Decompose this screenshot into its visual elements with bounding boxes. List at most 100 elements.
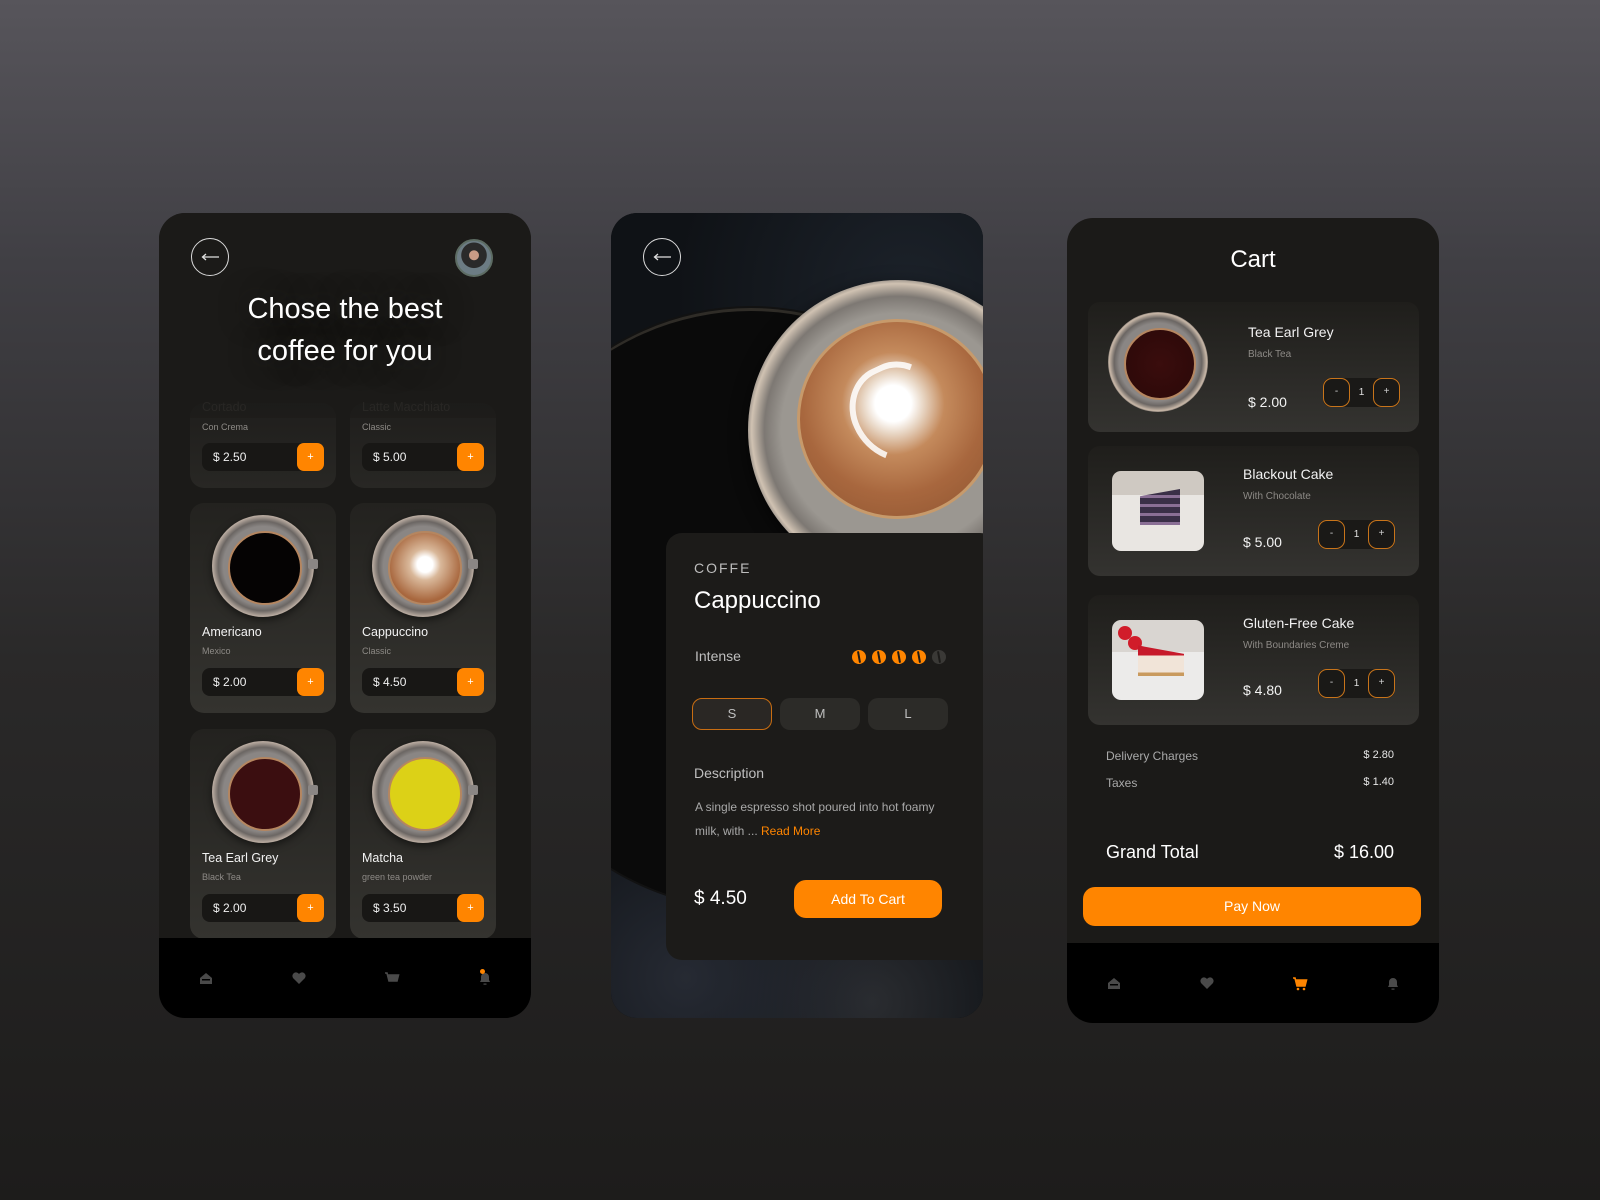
price-bar: $ 2.50 + [202,443,324,471]
coffee-bean-icon-filled [849,647,869,667]
product-price: $ 2.00 [213,675,247,689]
add-button[interactable]: + [297,894,324,922]
add-button[interactable]: + [297,443,324,471]
grand-total-row: Grand Total $ 16.00 [1106,842,1394,863]
item-subtitle: With Chocolate [1243,491,1311,502]
bell-icon [479,973,490,985]
nav-cart[interactable] [1280,963,1320,1003]
hero-coffee-image [797,319,983,519]
increase-button[interactable]: + [1373,378,1400,407]
increase-button[interactable]: + [1368,669,1395,698]
arrow-left-icon [653,253,671,261]
size-option-l[interactable]: L [868,698,948,730]
size-option-s[interactable]: S [692,698,772,730]
taxes-label: Taxes [1106,776,1138,790]
product-subtitle: Classic [362,646,392,656]
item-subtitle: Black Tea [1248,349,1292,360]
quantity-stepper: - 1 + [1318,669,1395,698]
add-button[interactable]: + [457,894,484,922]
item-image [1112,620,1204,700]
product-price: $ 2.50 [213,450,247,464]
coffee-bean-icon-filled [909,647,929,667]
decrease-button[interactable]: - [1323,378,1350,407]
notification-badge [479,969,485,974]
quantity-value: 1 [1353,529,1360,540]
nav-notifications[interactable] [1373,963,1413,1003]
product-price: $ 4.50 [694,888,747,909]
price-bar: $ 2.00 + [202,894,324,922]
product-card[interactable]: Tea Earl Grey Black Tea $ 2.00 + [190,729,336,939]
title-line-1: Chose the best [247,293,443,325]
product-price: $ 4.50 [373,675,407,689]
cart-icon [384,972,400,982]
item-name: Tea Earl Grey [1248,324,1334,340]
product-subtitle: Black Tea [202,872,241,882]
intensity-rating [849,647,949,667]
pay-now-button[interactable]: Pay Now [1083,887,1421,926]
grand-total-value: $ 16.00 [1333,842,1394,862]
quantity-value: 1 [1353,678,1360,689]
taxes-row: Taxes $ 1.40 [1106,776,1394,803]
size-option-m[interactable]: M [780,698,860,730]
delivery-label: Delivery Charges [1106,749,1199,763]
charges-summary: Delivery Charges $ 2.80 Taxes $ 1.40 [1106,749,1394,803]
bell-icon [1387,978,1398,990]
add-to-cart-button[interactable]: Add To Cart [794,880,942,918]
detail-screen: COFFE Cappuccino Intense SML Description… [611,213,983,1018]
quantity-stepper: - 1 + [1323,378,1400,407]
product-subtitle: Classic [362,422,392,432]
item-price: $ 4.80 [1243,682,1282,698]
product-image [372,741,478,843]
product-name: Cappuccino [362,625,429,639]
product-name: Tea Earl Grey [202,851,279,865]
add-button[interactable]: + [457,443,484,471]
product-category: COFFE [694,560,752,576]
product-card[interactable]: Matcha green tea powder $ 3.50 + [350,729,496,939]
read-more-link[interactable]: Read More [761,824,820,838]
arrow-left-icon [201,253,219,261]
product-card[interactable]: Americano Mexico $ 2.00 + [190,503,336,713]
add-button[interactable]: + [457,668,484,696]
product-price: $ 5.00 [373,450,407,464]
description-text: A single espresso shot poured into hot f… [695,795,955,843]
back-button[interactable] [191,238,229,276]
product-detail-card: COFFE Cappuccino Intense SML Description… [666,533,983,960]
nav-favorites[interactable] [279,958,319,998]
bottom-nav [159,938,531,1018]
menu-screen: Chose the best coffee for you Cortado Co… [159,213,531,1018]
cart-item: Tea Earl Grey Black Tea $ 2.00 - 1 + [1088,302,1419,432]
size-selector: SML [692,698,948,730]
item-subtitle: With Boundaries Creme [1243,640,1350,651]
product-name: Matcha [362,851,403,865]
product-name: Cappuccino [694,587,821,614]
user-avatar[interactable] [455,239,493,277]
nav-home[interactable] [1094,963,1134,1003]
item-price: $ 5.00 [1243,534,1282,550]
product-card[interactable]: Cappuccino Classic $ 4.50 + [350,503,496,713]
quantity-value: 1 [1358,387,1365,398]
product-price: $ 2.00 [213,901,247,915]
nav-home[interactable] [186,958,226,998]
decrease-button[interactable]: - [1318,669,1345,698]
heart-icon [291,972,306,984]
product-price: $ 3.50 [373,901,407,915]
grand-total-label: Grand Total [1106,842,1199,862]
back-button[interactable] [643,238,681,276]
intensity-label: Intense [695,648,741,664]
nav-favorites[interactable] [1187,963,1227,1003]
quantity-stepper: - 1 + [1318,520,1395,549]
price-bar: $ 3.50 + [362,894,484,922]
increase-button[interactable]: + [1368,520,1395,549]
product-subtitle: green tea powder [362,872,433,882]
bottom-nav [1067,943,1439,1023]
nav-notifications[interactable] [465,958,505,998]
page-title: Chose the best coffee for you [159,288,531,372]
nav-cart[interactable] [372,958,412,998]
item-price: $ 2.00 [1248,394,1287,410]
delivery-row: Delivery Charges $ 2.80 [1106,749,1394,776]
taxes-value: $ 1.40 [1363,776,1394,788]
decrease-button[interactable]: - [1318,520,1345,549]
product-image [372,515,478,617]
add-button[interactable]: + [297,668,324,696]
product-name: Americano [202,625,262,639]
